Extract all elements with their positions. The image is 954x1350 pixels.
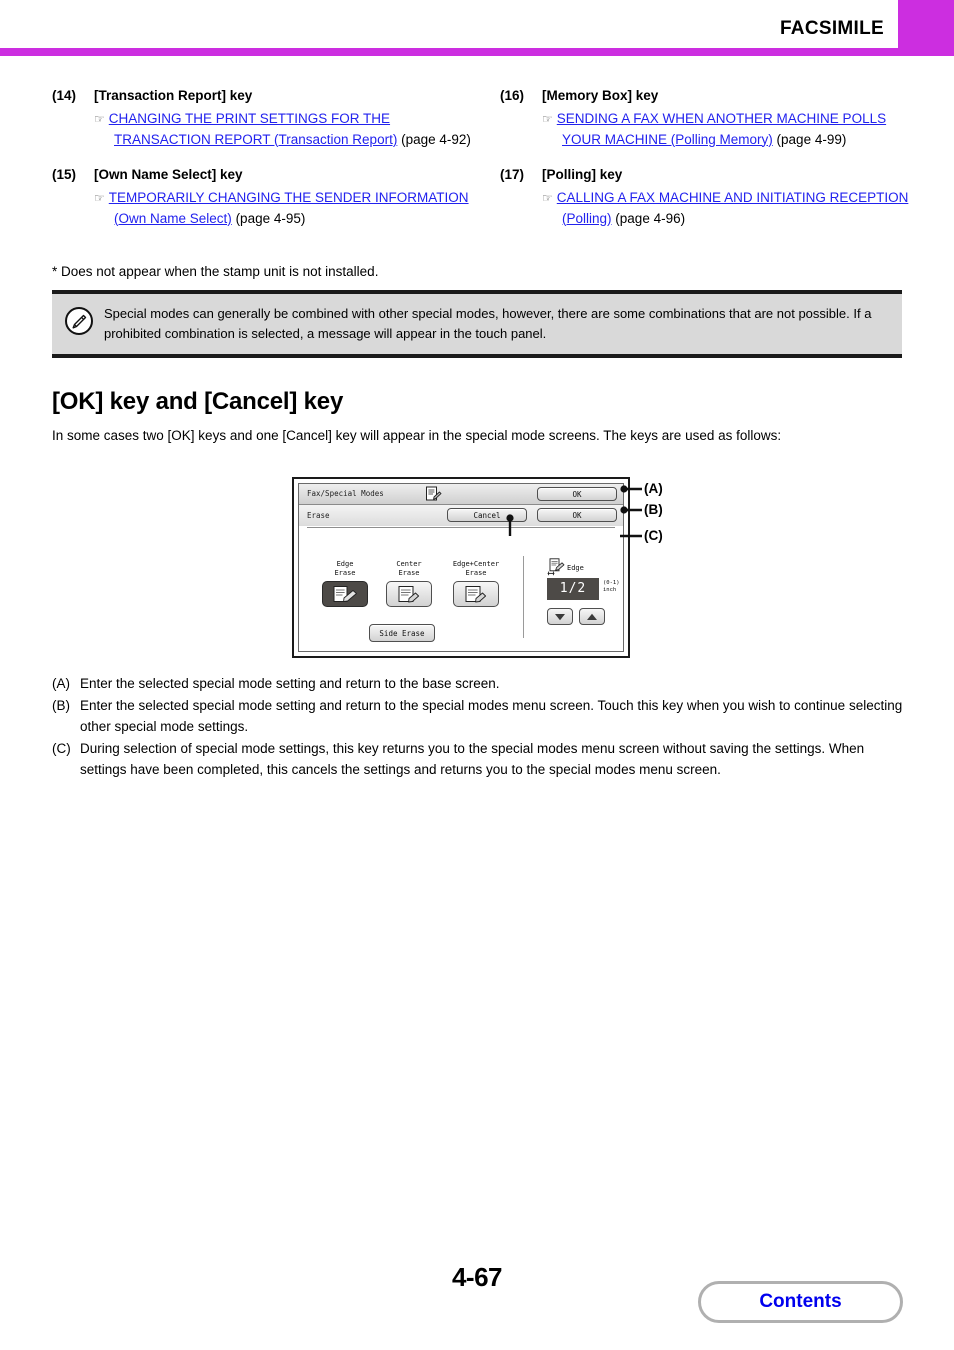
key-reference: ☞ TEMPORARILY CHANGING THE SENDER INFORMA… xyxy=(94,188,472,228)
list-item: (16) [Memory Box] key ☞ SENDING A FAX WHE… xyxy=(500,86,920,149)
touch-panel-title: Fax/Special Modes xyxy=(307,489,384,498)
mode-option-edge-erase[interactable]: Edge Erase xyxy=(317,560,373,607)
key-label: [Polling] key xyxy=(542,167,623,182)
key-number: (17) xyxy=(500,167,525,182)
section-intro-text: In some cases two [OK] keys and one [Can… xyxy=(52,428,782,443)
key-list-right-column: (16) [Memory Box] key ☞ SENDING A FAX WHE… xyxy=(500,86,920,244)
pencil-note-icon xyxy=(64,306,94,336)
explanation-tag: (C) xyxy=(52,740,71,756)
explanation-text: Enter the selected special mode setting … xyxy=(80,676,500,691)
key-list-left-column: (14) [Transaction Report] key ☞ CHANGING … xyxy=(52,86,472,244)
list-item: (C) During selection of special mode set… xyxy=(52,738,910,781)
mode-label: Center Erase xyxy=(396,560,422,577)
explanation-tag: (A) xyxy=(52,676,70,691)
key-heading: (17) [Polling] key xyxy=(500,165,920,184)
page-title: FACSIMILE xyxy=(779,18,884,39)
mode-option-center-erase[interactable]: Center Erase xyxy=(381,560,437,607)
contents-button-label: Contents xyxy=(759,1291,842,1312)
callout-label-c: (C) xyxy=(644,528,663,543)
center-erase-icon-button[interactable] xyxy=(386,581,432,607)
callout-label-b: (B) xyxy=(644,502,663,517)
list-item: (17) [Polling] key ☞ CALLING A FAX MACHIN… xyxy=(500,165,920,228)
section-heading: [OK] key and [Cancel] key xyxy=(52,388,344,415)
side-erase-button[interactable]: Side Erase xyxy=(369,624,435,642)
document-edit-icon xyxy=(425,486,442,502)
pointing-hand-icon: ☞ xyxy=(94,191,105,205)
page-reference: (page 4-96) xyxy=(615,210,686,226)
pointing-hand-icon: ☞ xyxy=(94,112,105,126)
key-reference: ☞ CALLING A FAX MACHINE AND INITIATING RE… xyxy=(542,188,920,228)
note-callout-box: Special modes can generally be combined … xyxy=(52,290,902,358)
mode-label: Edge Erase xyxy=(334,560,356,577)
pointing-hand-icon: ☞ xyxy=(542,191,553,205)
increase-value-button[interactable] xyxy=(579,608,605,625)
edge-range-note: (0-1) inch xyxy=(603,580,620,593)
key-reference: ☞ SENDING A FAX WHEN ANOTHER MACHINE POLL… xyxy=(542,109,920,149)
key-number: (14) xyxy=(52,88,77,103)
key-label: [Transaction Report] key xyxy=(94,88,253,103)
edge-erase-icon-button[interactable] xyxy=(322,581,368,607)
key-number: (15) xyxy=(52,167,77,182)
page-reference: (page 4-99) xyxy=(776,131,847,147)
touch-panel-subtitle: Erase xyxy=(307,511,330,520)
ok-button-base-screen[interactable]: OK xyxy=(537,487,617,501)
edge-value-display: 1/2 xyxy=(547,578,599,600)
list-item: (15) [Own Name Select] key ☞ TEMPORARILY … xyxy=(52,165,472,228)
callout-explanations: (A) Enter the selected special mode sett… xyxy=(52,673,910,781)
key-heading: (15) [Own Name Select] key xyxy=(52,165,472,184)
key-number: (16) xyxy=(500,88,525,103)
header-accent-rule xyxy=(0,48,954,56)
callout-leaders: (A) (B) (C) xyxy=(506,477,740,567)
key-label: [Memory Box] key xyxy=(542,88,659,103)
key-label: [Own Name Select] key xyxy=(94,167,243,182)
page-reference: (page 4-92) xyxy=(401,131,471,147)
list-item: (B) Enter the selected special mode sett… xyxy=(52,695,910,738)
key-reference: ☞ CHANGING THE PRINT SETTINGS FOR THE TRA… xyxy=(94,109,472,149)
pointing-hand-icon: ☞ xyxy=(542,112,553,126)
explanation-text: During selection of special mode setting… xyxy=(80,740,865,778)
callout-label-a: (A) xyxy=(644,481,663,496)
list-item: (14) [Transaction Report] key ☞ CHANGING … xyxy=(52,86,472,149)
page-reference: (page 4-95) xyxy=(235,210,306,226)
key-heading: (14) [Transaction Report] key xyxy=(52,86,472,105)
decrease-value-button[interactable] xyxy=(547,608,573,625)
explanation-tag: (B) xyxy=(52,697,70,713)
explanation-text: Enter the selected special mode setting … xyxy=(80,697,903,735)
note-text: Special modes can generally be combined … xyxy=(104,306,872,341)
footnote-text: * Does not appear when the stamp unit is… xyxy=(52,264,379,279)
page-header: FACSIMILE xyxy=(0,0,954,56)
cross-reference-link[interactable]: CHANGING THE PRINT SETTINGS FOR THE TRAN… xyxy=(109,111,398,147)
key-heading: (16) [Memory Box] key xyxy=(500,86,920,105)
edge-center-erase-icon-button[interactable] xyxy=(453,581,499,607)
list-item: (A) Enter the selected special mode sett… xyxy=(52,673,910,695)
contents-button[interactable]: Contents xyxy=(698,1281,903,1323)
cross-reference-link[interactable]: CALLING A FAX MACHINE AND INITIATING REC… xyxy=(557,190,909,226)
